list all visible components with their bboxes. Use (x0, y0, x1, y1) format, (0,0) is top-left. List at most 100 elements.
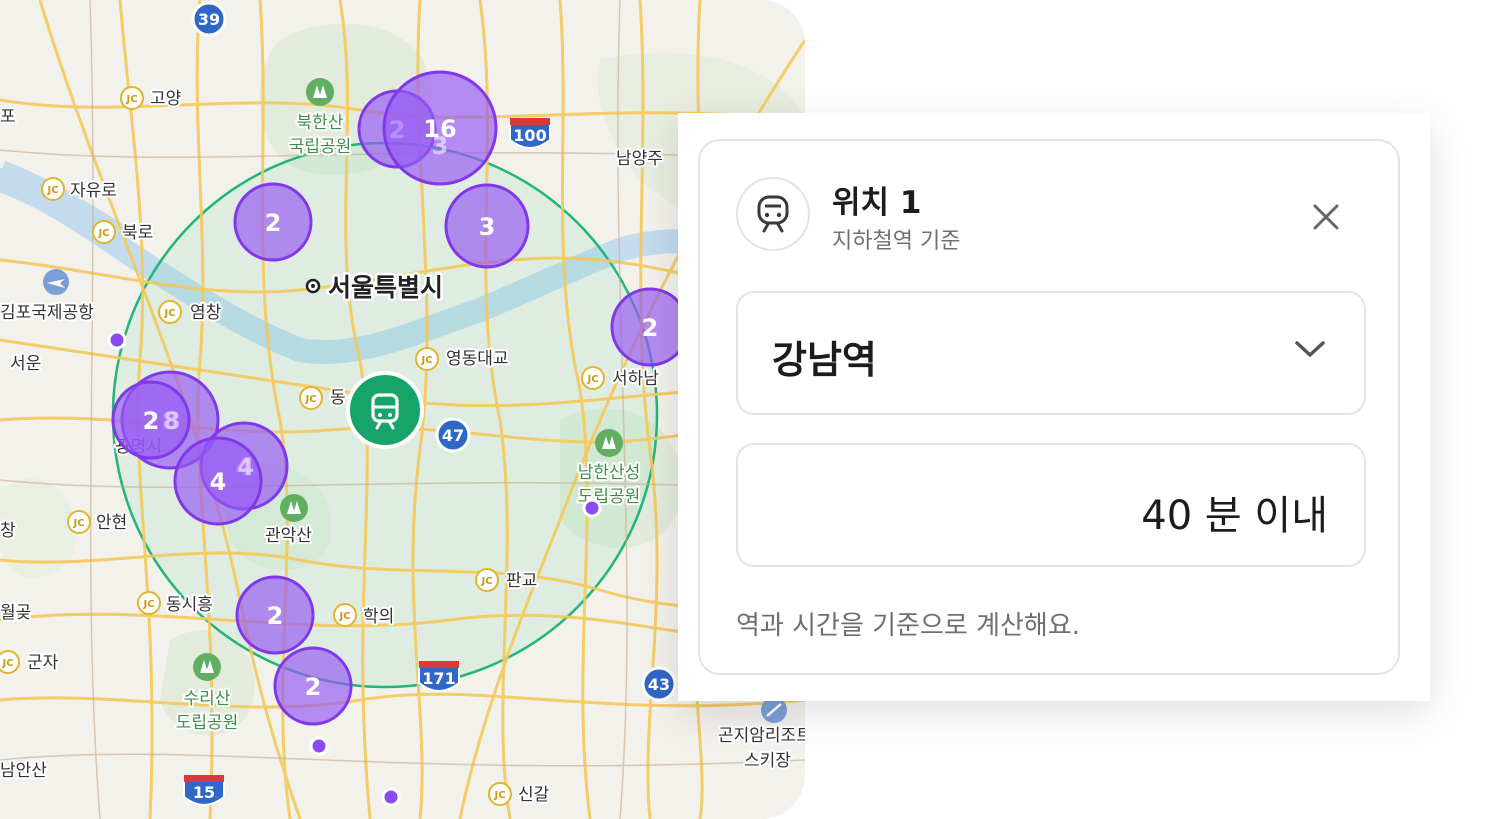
listing-dot[interactable] (381, 787, 401, 807)
location-card: 위치 1 지하철역 기준 강남역 40 분 이내 역과 시간을 기준으로 계산해… (678, 113, 1430, 701)
park-icon (595, 429, 623, 457)
location-panel: 위치 1 지하철역 기준 강남역 40 분 이내 역과 시간을 기준으로 계산해… (698, 139, 1400, 675)
junction-icon: JC (475, 568, 499, 592)
place-label: 관악산 (265, 526, 312, 546)
junction-icon: JC (92, 220, 116, 244)
junction-icon: JC (120, 86, 144, 110)
listing-dot[interactable] (107, 330, 127, 350)
location-subtitle: 지하철역 기준 (832, 229, 961, 254)
cluster-count: 2 (267, 602, 284, 630)
place-label: 남양주 (616, 149, 663, 169)
listing-cluster[interactable]: 2 (273, 646, 353, 726)
junction-icon: JC (333, 603, 357, 627)
cluster-count: 2 (642, 314, 659, 342)
junction-icon: JC (158, 300, 182, 324)
svg-text:JC: JC (304, 394, 316, 405)
place-label: 동 (330, 388, 346, 408)
svg-text:47: 47 (442, 426, 464, 445)
svg-text:JC: JC (1, 658, 13, 669)
listing-cluster[interactable]: 2 (610, 287, 690, 367)
svg-text:JC: JC (480, 576, 492, 587)
place-label: 군자 (27, 653, 59, 673)
highway-shield-icon: 47 (435, 417, 471, 453)
station-marker[interactable] (346, 371, 424, 449)
svg-text:JC: JC (586, 374, 598, 385)
travel-time-value: 40 분 이내 (1141, 493, 1328, 539)
cluster-count: 8 (164, 407, 181, 435)
svg-text:JC: JC (46, 185, 58, 196)
listing-cluster[interactable]: 4 (173, 436, 263, 526)
junction-icon: JC (137, 591, 161, 615)
place-label: 고양 (150, 89, 181, 109)
close-icon (1313, 204, 1339, 230)
svg-text:북한산: 북한산 (297, 113, 344, 133)
place-label: 북로 (122, 223, 153, 243)
listing-cluster[interactable]: 16 (382, 70, 498, 186)
place-label: 창 (0, 521, 16, 541)
svg-text:JC: JC (125, 94, 137, 105)
svg-text:100: 100 (513, 126, 546, 145)
svg-text:171: 171 (422, 669, 455, 688)
place-label: 김포국제공항 (0, 303, 94, 323)
park-icon (193, 653, 221, 681)
chevron-down-icon (1295, 341, 1325, 357)
hint-text: 역과 시간을 기준으로 계산해요. (736, 611, 1081, 641)
travel-time-input[interactable]: 40 분 이내 (736, 443, 1366, 567)
junction-icon: JC (67, 510, 91, 534)
highway-shield-icon: 15 (183, 775, 225, 806)
svg-text:JC: JC (493, 790, 505, 801)
cluster-count: 2 (143, 407, 160, 435)
svg-text:JC: JC (97, 228, 109, 239)
svg-text:수리산: 수리산 (184, 689, 231, 709)
svg-text:39: 39 (198, 10, 220, 29)
station-value: 강남역 (772, 338, 877, 382)
svg-text:JC: JC (142, 599, 154, 610)
place-label: 스키장 (744, 751, 791, 771)
place-label: 곤지암리조트 (718, 726, 805, 746)
cluster-count: 4 (210, 468, 227, 496)
park-icon (280, 494, 308, 522)
place-label: 서하남 (612, 369, 659, 389)
place-label: 염창 (190, 303, 222, 323)
listing-cluster[interactable]: 2 (235, 575, 315, 655)
place-label: 남안산 (0, 761, 47, 781)
place-label: 안현 (96, 513, 127, 533)
cluster-count: 3 (432, 132, 449, 160)
junction-icon: JC (299, 386, 323, 410)
listing-cluster[interactable]: 2 (233, 182, 313, 262)
station-select[interactable]: 강남역 (736, 291, 1366, 415)
cluster-count: 2 (265, 209, 282, 237)
close-button[interactable] (1306, 197, 1346, 237)
subway-icon (736, 177, 810, 251)
svg-text:남한산성: 남한산성 (578, 463, 641, 483)
place-label: 신갈 (518, 785, 550, 805)
park-label (280, 494, 308, 522)
highway-shield-icon: 100 (509, 118, 551, 149)
highway-shield-icon: 43 (641, 666, 677, 702)
place-label: 학의 (363, 607, 394, 627)
svg-text:JC: JC (163, 308, 175, 319)
svg-text:국립공원: 국립공원 (289, 137, 352, 157)
junction-icon: JC (581, 366, 605, 390)
park-icon (306, 78, 334, 106)
junction-icon: JC (488, 782, 512, 806)
svg-text:JC: JC (420, 355, 432, 366)
place-label: 월곶 (0, 603, 31, 623)
place-label: 자유로 (70, 181, 117, 201)
place-label: 서운 (10, 354, 41, 374)
svg-text:JC: JC (72, 518, 84, 529)
cluster-count: 2 (305, 673, 322, 701)
place-label: 영동대교 (446, 349, 509, 369)
svg-text:43: 43 (648, 675, 670, 694)
junction-icon: JC (415, 347, 439, 371)
svg-text:15: 15 (193, 783, 215, 802)
junction-icon: JC (0, 650, 20, 674)
listing-dot[interactable] (309, 736, 329, 756)
highway-shield-icon: 171 (418, 661, 460, 692)
junction-icon: JC (41, 177, 65, 201)
svg-text:JC: JC (338, 611, 350, 622)
listing-cluster[interactable]: 3 (444, 183, 530, 269)
listing-dot[interactable] (582, 498, 602, 518)
airport-icon (43, 269, 69, 295)
place-label: 판교 (506, 571, 537, 591)
